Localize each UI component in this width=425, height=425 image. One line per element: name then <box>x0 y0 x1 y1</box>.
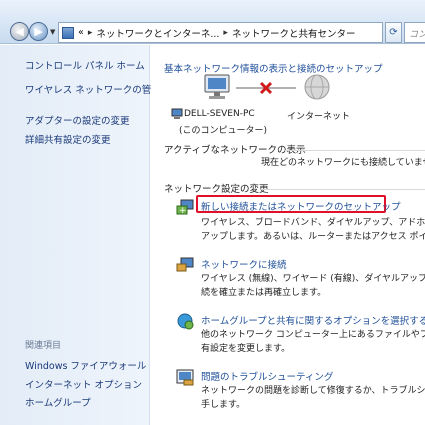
sidebar-link-manage-wireless[interactable]: ワイヤレス ネットワークの管理 <box>25 82 161 96</box>
connect-network-icon <box>176 257 194 272</box>
computer-name: DELL-SEVEN-PC <box>184 109 255 119</box>
computer-sublabel: (このコンピューター) <box>179 126 268 136</box>
task-link-new-connection[interactable]: 新しい接続またはネットワークのセットアップ <box>201 199 401 213</box>
task-desc-new-connection-line2: アップします。あるいは、ルーターまたはアクセス ポイン <box>201 232 425 242</box>
internet-label[interactable]: インターネット <box>287 109 350 122</box>
task-link-homegroup-options[interactable]: ホームグループと共有に関するオプションを選択する <box>201 313 425 327</box>
back-arrow-icon: ◀ <box>15 25 24 38</box>
task-desc-connect-network-line1: ワイヤレス (無線)、ワイヤード (有線)、ダイヤルアップ、 <box>201 274 425 284</box>
divider <box>261 189 425 190</box>
task-desc-troubleshoot-line2: 手します。 <box>201 400 246 410</box>
main-content: 基本ネットワーク情報の表示と接続のセットアップ DELL-SEVEN-PC (こ… <box>151 45 425 425</box>
sidebar-link-adapter-settings[interactable]: アダプターの設定の変更 <box>25 113 130 127</box>
back-button[interactable]: ◀ <box>10 22 29 41</box>
sidebar-link-firewall[interactable]: Windows ファイアウォール <box>25 358 146 372</box>
task-desc-troubleshoot-line1: ネットワークの問題を診断して修復するか、トラブルシュー <box>201 386 425 396</box>
breadcrumb-sharing-center[interactable]: ネットワークと共有センター <box>232 26 356 40</box>
disconnected-link-icon <box>236 81 296 95</box>
task-desc-homegroup-line1: 他のネットワーク コンピューター上にあるファイルやプ <box>201 330 425 340</box>
troubleshoot-icon <box>176 369 194 386</box>
sidebar-link-advanced-sharing[interactable]: 詳細共有設定の変更 <box>25 132 111 146</box>
task-desc-homegroup-line2: 有設定を変更します。 <box>201 344 291 354</box>
network-computer-icon <box>171 108 183 119</box>
breadcrumb-separator-icon: ▸ <box>87 27 93 38</box>
task-desc-new-connection-line1: ワイヤレス、ブロードバンド、ダイヤルアップ、アドホッ <box>201 218 425 228</box>
refresh-icon: ⟳ <box>389 27 398 38</box>
address-bar: ◀ ▶ ▼ « ▸ ネットワークとインターネ... ▸ ネットワークと共有センタ… <box>0 0 425 44</box>
homegroup-icon <box>177 313 194 330</box>
related-heading: 関連項目 <box>25 341 62 351</box>
svg-text:+: + <box>179 206 187 216</box>
task-link-troubleshoot[interactable]: 問題のトラブルシューティング <box>201 369 333 383</box>
breadcrumb-separator-icon: ▸ <box>223 27 228 38</box>
sidebar-link-homegroup[interactable]: ホームグループ <box>25 395 91 409</box>
refresh-button[interactable]: ⟳ <box>385 22 402 43</box>
active-network-status: 現在どのネットワークにも接続していませ <box>261 158 425 168</box>
control-panel-icon <box>62 26 74 39</box>
history-dropdown-icon[interactable]: ▼ <box>50 28 57 36</box>
divider <box>285 150 425 151</box>
breadcrumb-network-internet[interactable]: ネットワークとインターネ... <box>96 26 219 40</box>
forward-arrow-icon: ▶ <box>34 25 43 38</box>
sidebar-link-control-panel-home[interactable]: コントロール パネル ホーム <box>25 58 145 72</box>
breadcrumb[interactable]: « ▸ ネットワークとインターネ... ▸ ネットワークと共有センター <box>58 22 383 43</box>
globe-icon <box>304 74 330 100</box>
computer-icon <box>204 74 230 99</box>
settings-heading: ネットワーク設定の変更 <box>164 184 269 195</box>
active-networks-heading: アクティブなネットワークの表示 <box>164 145 306 156</box>
breadcrumb-overflow[interactable]: « <box>78 27 84 38</box>
left-pane: コントロール パネル ホーム ワイヤレス ネットワークの管理 アダプターの設定の… <box>0 45 161 425</box>
sidebar-link-internet-options[interactable]: インターネット オプション <box>25 377 142 391</box>
forward-button[interactable]: ▶ <box>29 22 48 41</box>
basic-info-heading[interactable]: 基本ネットワーク情報の表示と接続のセットアップ <box>164 61 383 75</box>
search-input[interactable]: コン <box>404 22 425 43</box>
new-connection-icon: + <box>176 199 194 216</box>
task-desc-connect-network-line2: 続を確立または再確立します。 <box>201 288 327 298</box>
task-link-connect-network[interactable]: ネットワークに接続 <box>201 257 287 271</box>
